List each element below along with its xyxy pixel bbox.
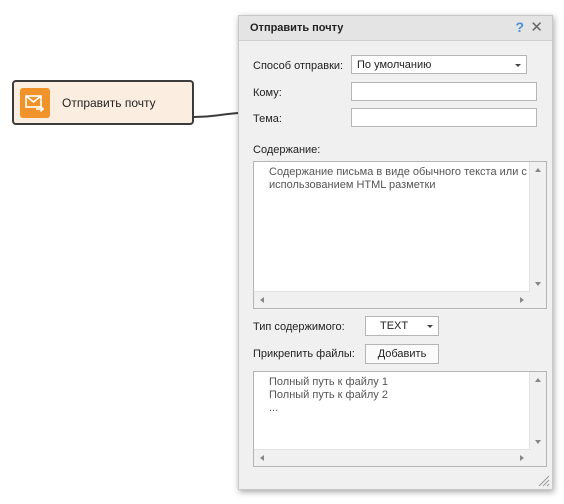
dialog-titlebar[interactable]: Отправить почту ? ✕ xyxy=(239,16,552,41)
chevron-down-icon xyxy=(515,64,521,67)
files-placeholder: Полный путь к файлу 1 Полный путь к файл… xyxy=(269,376,388,414)
files-horizontal-scrollbar[interactable] xyxy=(254,449,530,466)
help-button[interactable]: ? xyxy=(515,19,524,35)
scroll-up-icon[interactable] xyxy=(535,378,541,382)
dialog-title: Отправить почту xyxy=(250,22,344,34)
scroll-down-icon[interactable] xyxy=(535,282,541,286)
resize-grip-icon[interactable] xyxy=(536,473,550,487)
send-method-value: По умолчанию xyxy=(357,59,432,71)
send-mail-dialog: Отправить почту ? ✕ Способ отправки: По … xyxy=(238,15,553,490)
node-label: Отправить почту xyxy=(62,95,156,110)
files-textarea[interactable]: Полный путь к файлу 1 Полный путь к файл… xyxy=(253,371,547,467)
send-mail-node[interactable]: Отправить почту xyxy=(12,80,194,125)
content-horizontal-scrollbar[interactable] xyxy=(254,291,530,308)
files-vertical-scrollbar[interactable] xyxy=(529,372,546,450)
scroll-corner xyxy=(530,292,546,308)
add-files-button[interactable]: Добавить xyxy=(365,344,439,364)
scroll-left-icon[interactable] xyxy=(260,297,264,303)
to-label: Кому: xyxy=(253,87,282,99)
attach-files-label: Прикрепить файлы: xyxy=(253,348,355,360)
chevron-down-icon xyxy=(427,325,433,328)
to-field[interactable] xyxy=(351,82,537,101)
close-button[interactable]: ✕ xyxy=(530,18,543,36)
content-placeholder: Содержание письма в виде обычного текста… xyxy=(269,166,527,191)
content-type-label: Тип содержимого: xyxy=(253,321,345,333)
subject-label: Тема: xyxy=(253,113,282,125)
subject-field[interactable] xyxy=(351,108,537,127)
scroll-left-icon[interactable] xyxy=(260,455,264,461)
content-vertical-scrollbar[interactable] xyxy=(529,162,546,292)
scroll-corner xyxy=(530,450,546,466)
mail-send-icon xyxy=(20,87,50,118)
content-type-select[interactable]: TEXT xyxy=(365,316,439,336)
scroll-right-icon[interactable] xyxy=(520,297,524,303)
content-type-value: TEXT xyxy=(380,320,409,332)
scroll-down-icon[interactable] xyxy=(535,440,541,444)
send-method-select[interactable]: По умолчанию xyxy=(351,55,527,74)
content-textarea[interactable]: Содержание письма в виде обычного текста… xyxy=(253,161,547,309)
send-method-label: Способ отправки: xyxy=(253,60,344,72)
content-label: Содержание: xyxy=(253,144,321,156)
scroll-right-icon[interactable] xyxy=(520,455,524,461)
scroll-up-icon[interactable] xyxy=(535,168,541,172)
